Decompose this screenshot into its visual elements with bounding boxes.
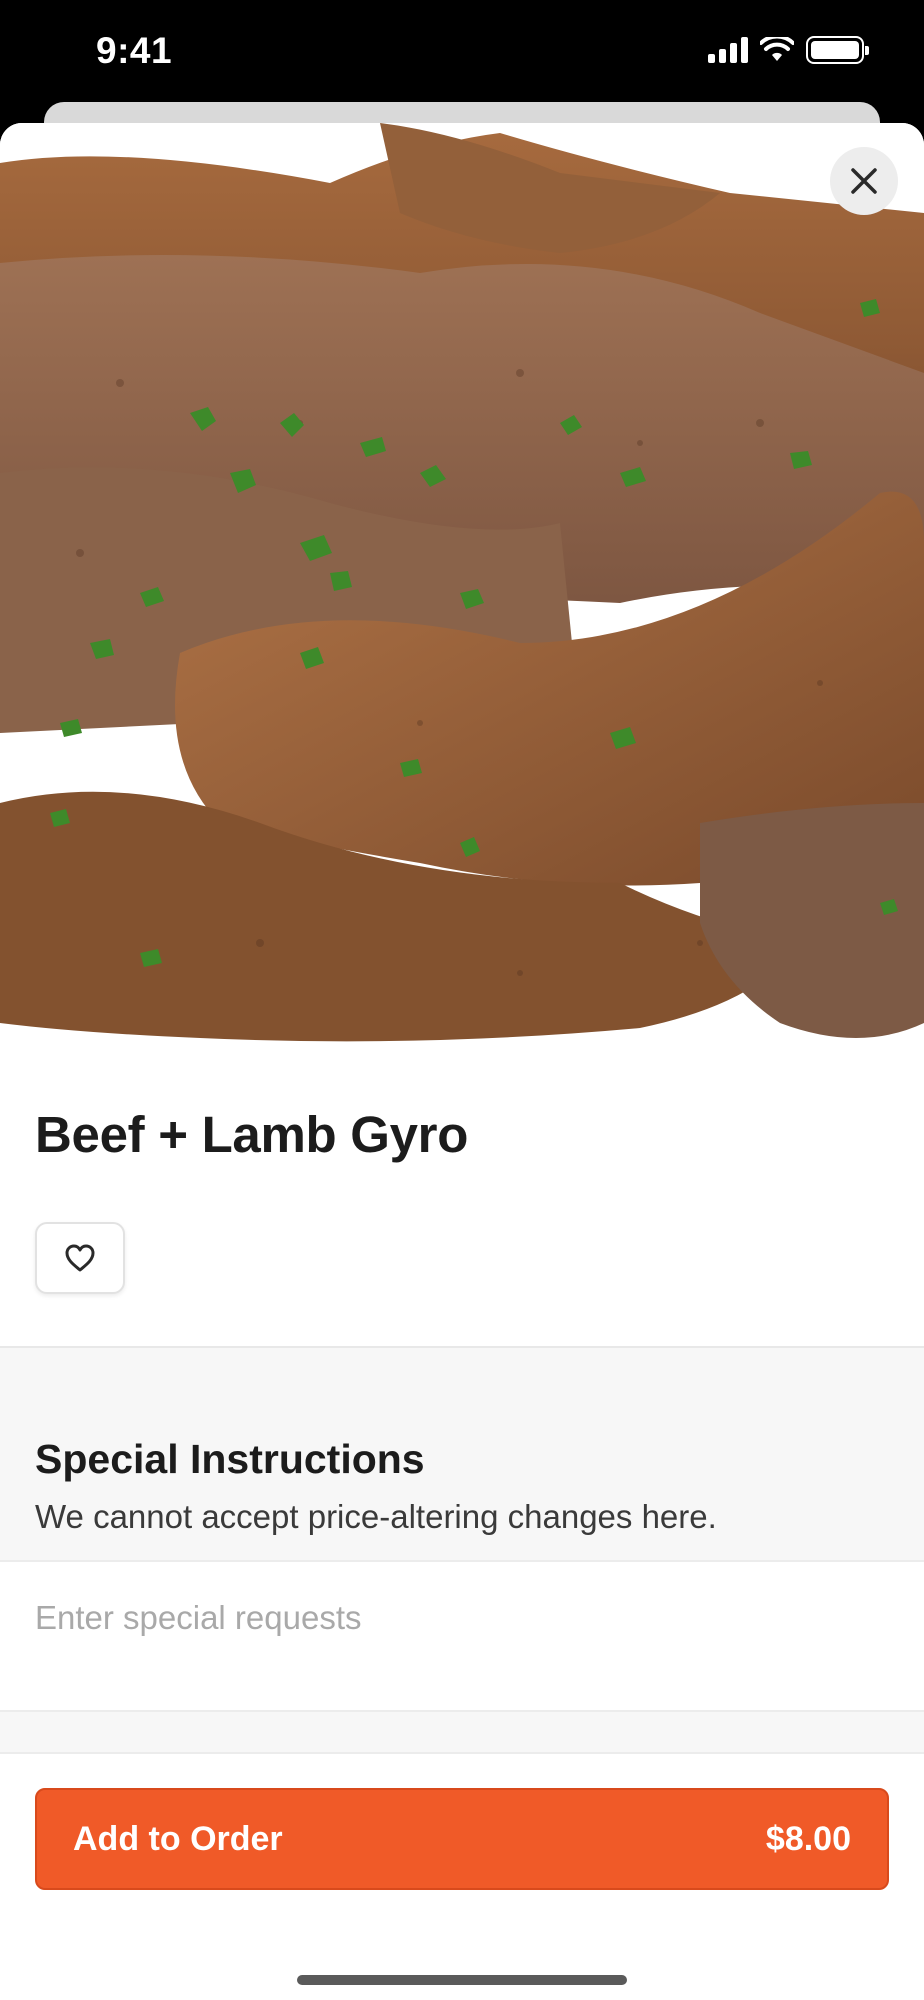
item-detail-sheet: Beef + Lamb Gyro Special Instructions We… xyxy=(0,123,924,2000)
home-indicator xyxy=(297,1975,627,1985)
special-requests-field-container xyxy=(0,1560,924,1712)
status-time: 9:41 xyxy=(96,30,173,71)
status-icons xyxy=(708,36,869,64)
battery-icon xyxy=(806,36,869,64)
wifi-icon xyxy=(760,37,794,61)
order-footer: Add to Order $8.00 xyxy=(0,1752,924,2000)
section-gap xyxy=(0,1712,924,1752)
special-requests-input[interactable] xyxy=(35,1588,895,1648)
heart-outline-icon xyxy=(65,1244,95,1272)
favorite-button[interactable] xyxy=(35,1222,125,1294)
add-to-order-button[interactable]: Add to Order $8.00 xyxy=(35,1788,889,1890)
status-bar: 9:41 xyxy=(0,0,924,100)
item-photo xyxy=(0,123,924,1048)
close-icon xyxy=(851,168,877,194)
add-to-order-label: Add to Order xyxy=(73,1819,283,1858)
special-instructions-title: Special Instructions xyxy=(35,1436,425,1482)
close-button[interactable] xyxy=(830,147,898,215)
cellular-signal-icon xyxy=(708,37,748,63)
special-instructions-subtitle: We cannot accept price-altering changes … xyxy=(35,1498,717,1535)
gyro-meat-illustration xyxy=(0,123,924,1048)
item-title: Beef + Lamb Gyro xyxy=(35,1106,469,1163)
item-price: $8.00 xyxy=(765,1819,851,1858)
